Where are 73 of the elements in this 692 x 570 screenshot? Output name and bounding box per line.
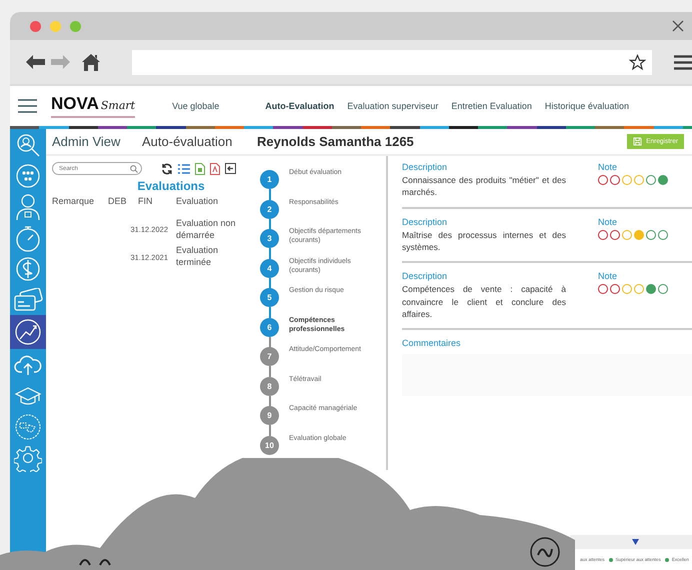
close-icon[interactable] xyxy=(672,20,684,32)
team-icon[interactable] xyxy=(15,162,41,188)
rating-circle[interactable] xyxy=(646,284,656,294)
column-header: FIN xyxy=(138,196,154,206)
criterion-text: Compétences de vente : capacité à convaincre le client et conclure des affaires. xyxy=(402,283,566,320)
step-number[interactable]: 10 xyxy=(260,436,279,454)
person-icon[interactable] xyxy=(15,192,41,220)
step-number[interactable]: 6 xyxy=(260,318,279,336)
view-title: Admin View xyxy=(52,134,122,149)
step-number[interactable]: 5 xyxy=(260,288,279,307)
star-icon[interactable] xyxy=(629,54,646,70)
search-icon[interactable] xyxy=(15,132,41,158)
note-label: Note xyxy=(598,216,618,227)
spreadsheet-file-icon[interactable] xyxy=(195,162,205,174)
step-number[interactable]: 1 xyxy=(260,170,279,189)
step-number[interactable]: 3 xyxy=(260,229,279,248)
note-label: Note xyxy=(598,271,618,282)
employee-name: Reynolds Samantha 1265 xyxy=(257,134,414,149)
step-number[interactable]: 8 xyxy=(260,376,279,396)
dollar-icon[interactable] xyxy=(15,254,41,282)
pdf-file-icon[interactable] xyxy=(210,162,220,174)
description-label: Description xyxy=(402,216,448,227)
rating-circle[interactable] xyxy=(646,175,656,185)
menu-icon[interactable] xyxy=(18,99,37,113)
back-arrow-icon[interactable] xyxy=(26,55,45,69)
table-cell-text: Evaluation non démarrée xyxy=(176,218,237,242)
step-number[interactable]: 4 xyxy=(260,258,279,278)
address-field[interactable] xyxy=(132,50,652,74)
save-icon xyxy=(633,137,642,146)
down-triangle-icon[interactable] xyxy=(632,539,638,545)
panel-title: Evaluations xyxy=(136,179,206,193)
list-icon[interactable] xyxy=(178,164,190,174)
nav-tab[interactable]: Vue globale xyxy=(172,101,220,111)
step-number[interactable]: 2 xyxy=(260,200,279,218)
exit-icon[interactable] xyxy=(225,163,236,174)
note-label: Note xyxy=(598,162,618,172)
rating-circle[interactable] xyxy=(610,284,620,294)
rating-circle[interactable] xyxy=(610,230,620,240)
forward-arrow-icon[interactable] xyxy=(51,55,70,69)
nav-tab[interactable]: Entretien Evaluation xyxy=(451,101,532,111)
column-header: Evaluation xyxy=(176,196,220,206)
logo: NOVA Smart xyxy=(51,94,136,118)
rating-circle[interactable] xyxy=(598,175,608,185)
page-title: Auto-évaluation xyxy=(142,134,234,149)
close-window-dot[interactable] xyxy=(30,20,41,32)
criterion-text: Maîtrise des processus internes et des systèmes. xyxy=(402,228,566,254)
nav-tab[interactable]: Auto-Evaluation xyxy=(265,101,334,111)
menu-icon[interactable] xyxy=(674,54,692,70)
rating-circle[interactable] xyxy=(610,175,620,185)
graduation-cap-icon[interactable] xyxy=(14,386,42,406)
minimize-window-dot[interactable] xyxy=(50,20,61,32)
rating-circle[interactable] xyxy=(598,230,608,240)
stopwatch-icon[interactable] xyxy=(15,224,41,252)
criterion-text: Connaissance des produits "métier" et des marchés. xyxy=(402,174,566,199)
description-label: Description xyxy=(402,162,448,172)
rating-circle[interactable] xyxy=(658,284,668,294)
step-number[interactable]: 7 xyxy=(260,347,279,366)
rating-circle[interactable] xyxy=(598,284,608,294)
scroll-bar[interactable] xyxy=(570,535,692,549)
step-number[interactable]: 9 xyxy=(260,406,279,425)
rating-circle[interactable] xyxy=(658,175,668,185)
nav-tab[interactable]: Historique évaluation xyxy=(544,101,629,111)
maximize-window-dot[interactable] xyxy=(70,20,81,32)
home-icon[interactable] xyxy=(82,53,100,71)
rating-circle[interactable] xyxy=(646,230,656,240)
description-label: Description xyxy=(402,271,448,282)
refresh-icon[interactable] xyxy=(161,162,173,174)
column-header: DEB xyxy=(108,196,128,206)
column-header: Remarque xyxy=(52,196,96,206)
nav-tab[interactable]: Evaluation superviseur xyxy=(347,101,438,111)
rating-circle[interactable] xyxy=(658,230,668,240)
table-cell-text: Evaluation terminée xyxy=(176,245,220,269)
comments-label: Commentaires xyxy=(402,338,462,348)
